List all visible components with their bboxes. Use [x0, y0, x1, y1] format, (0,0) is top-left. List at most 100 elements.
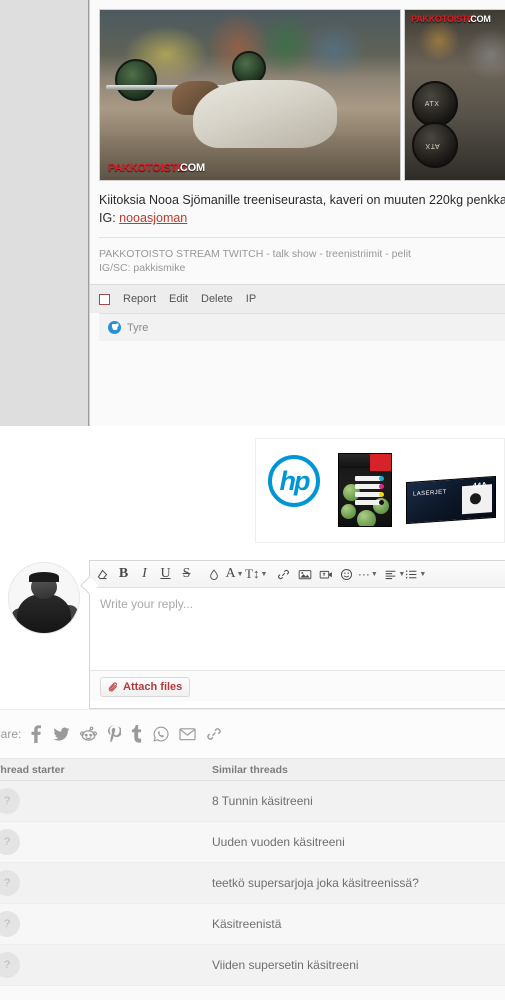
- column-header-similar-threads: Similar threads: [212, 763, 288, 776]
- barbell-plate-icon: ATX: [411, 122, 458, 169]
- thumbs-up-icon: [108, 321, 121, 334]
- insert-emoji-icon[interactable]: [336, 562, 357, 587]
- avatar-cap: [29, 572, 59, 582]
- table-row[interactable]: ? Viiden supersetin käsitreeni: [0, 945, 505, 986]
- ink-swatch-magenta: [355, 484, 381, 489]
- italic-icon[interactable]: I: [134, 562, 155, 587]
- ink-dot-magenta: [379, 484, 384, 489]
- similar-threads-table: Thread starter Similar threads ? 8 Tunni…: [0, 759, 505, 1000]
- thread-starter-cell: ?: [0, 870, 212, 896]
- avatar[interactable]: ?: [0, 870, 20, 896]
- thread-title[interactable]: Käsitreenistä: [212, 917, 505, 931]
- table-row[interactable]: ? 8 Tunnin käsitreeni: [0, 781, 505, 822]
- facebook-icon[interactable]: [29, 725, 43, 743]
- column-header-thread-starter: Thread starter: [0, 763, 65, 776]
- avatar[interactable]: ?: [0, 911, 20, 937]
- reply-editor: B I U S A ▼ T↕ ▼ ··· ▼ ▼ ▼ Write your re…: [89, 560, 505, 709]
- reddit-icon[interactable]: [80, 726, 98, 742]
- paperclip-icon: [108, 681, 117, 691]
- reply-input[interactable]: Write your reply...: [90, 588, 505, 670]
- remove-formatting-icon[interactable]: [92, 562, 113, 587]
- share-icon-list: [29, 725, 222, 743]
- barbell-plate-icon: ATX: [411, 81, 458, 128]
- attachment-image-2[interactable]: ATX ATX PAKKOTOISTO .COM: [404, 9, 505, 181]
- toner-cartridge-product-image: LASERJET 44A: [406, 475, 496, 525]
- thread-starter-cell: ?: [0, 829, 212, 855]
- table-row[interactable]: ? teetkö supersarjoja joka käsitreenissä…: [0, 863, 505, 904]
- thread-title[interactable]: Uuden vuoden käsitreeni: [212, 835, 505, 849]
- attach-bar: Attach files: [90, 670, 505, 701]
- post-attachments: PAKKOTOISTO .COM ATX ATX PAKKOTOISTO .CO…: [90, 0, 505, 181]
- underline-icon[interactable]: U: [155, 562, 176, 587]
- hp-ad-banner[interactable]: hp LASERJET 44A: [255, 438, 505, 543]
- post-signature: PAKKOTOISTO STREAM TWITCH - talk show - …: [99, 237, 505, 284]
- attach-files-label: Attach files: [123, 681, 183, 693]
- report-link[interactable]: Report: [123, 293, 156, 305]
- leaf-graphic: [341, 504, 356, 519]
- ink-dot-cyan: [379, 476, 384, 481]
- email-icon[interactable]: [179, 727, 197, 741]
- signature-line-2: IG/SC: pakkismike: [99, 262, 186, 274]
- delete-link[interactable]: Delete: [201, 293, 233, 305]
- thread-title[interactable]: teetkö supersarjoja joka käsitreenissä?: [212, 876, 505, 890]
- pinterest-icon[interactable]: [107, 725, 122, 743]
- avatar[interactable]: [8, 562, 80, 634]
- insert-image-icon[interactable]: [294, 562, 315, 587]
- watermark-text: PAKKOTOISTO: [411, 14, 474, 24]
- thread-title[interactable]: Viiden supersetin käsitreeni: [212, 958, 505, 972]
- signature-line-1: PAKKOTOISTO STREAM TWITCH - talk show - …: [99, 248, 411, 260]
- ink-dot-black: [379, 500, 384, 505]
- ink-box-promo-flash: [370, 454, 391, 471]
- advertisement-zone: hp LASERJET 44A: [0, 426, 505, 552]
- thread-title[interactable]: 8 Tunnin käsitreeni: [212, 794, 505, 808]
- link-icon[interactable]: [206, 726, 222, 742]
- share-bar: Share:: [0, 709, 505, 759]
- post-message-line-1: Kiitoksia Nooa Sjömanille treeniseurasta…: [99, 193, 505, 207]
- current-user-avatar-column: [0, 552, 89, 709]
- font-color-icon[interactable]: A ▼: [224, 562, 245, 587]
- avatar[interactable]: ?: [0, 829, 20, 855]
- attachment-image-1[interactable]: PAKKOTOISTO .COM: [99, 9, 401, 181]
- lifter-body: [193, 79, 337, 148]
- ink-swatch-yellow: [355, 492, 381, 497]
- table-row[interactable]: ? Käsitreenistä: [0, 904, 505, 945]
- post-message: Kiitoksia Nooa Sjömanille treeniseurasta…: [90, 181, 505, 237]
- post-action-bar: Report Edit Delete IP: [90, 284, 505, 313]
- twitter-icon[interactable]: [53, 727, 70, 742]
- edit-link[interactable]: Edit: [169, 293, 188, 305]
- table-row[interactable]: ? Uuden vuoden käsitreeni: [0, 822, 505, 863]
- attach-files-button[interactable]: Attach files: [100, 677, 191, 697]
- barbell-plate-icon: [115, 59, 157, 102]
- more-options-icon[interactable]: ··· ▼: [357, 562, 378, 587]
- leaf-graphic: [357, 510, 376, 526]
- bold-icon[interactable]: B: [113, 562, 134, 587]
- post-select-checkbox[interactable]: [99, 293, 110, 305]
- list-icon[interactable]: ▼: [405, 562, 426, 587]
- text-highlight-icon[interactable]: [203, 562, 224, 587]
- share-label: Share:: [0, 727, 22, 741]
- insert-link-icon[interactable]: [273, 562, 294, 587]
- instagram-link[interactable]: nooasjoman: [119, 211, 187, 225]
- avatar[interactable]: ?: [0, 952, 20, 978]
- text-align-icon[interactable]: ▼: [384, 562, 405, 587]
- ink-swatch-black: [355, 500, 381, 505]
- font-size-icon[interactable]: T↕ ▼: [245, 562, 267, 587]
- avatar[interactable]: ?: [0, 788, 20, 814]
- whatsapp-icon[interactable]: [153, 726, 169, 742]
- watermark-suffix: .COM: [177, 162, 205, 174]
- post-block: PAKKOTOISTO .COM ATX ATX PAKKOTOISTO .CO…: [0, 0, 505, 426]
- ip-link[interactable]: IP: [246, 293, 256, 305]
- forum-thread-page: PAKKOTOISTO .COM ATX ATX PAKKOTOISTO .CO…: [0, 0, 505, 1000]
- editor-toolbar: B I U S A ▼ T↕ ▼ ··· ▼ ▼ ▼: [90, 561, 505, 588]
- plate-brand-text: ATX: [424, 101, 440, 109]
- hp-logo-icon: hp: [268, 455, 320, 507]
- post-author-sidebar: [0, 0, 89, 426]
- liker-name[interactable]: Tyre: [127, 322, 148, 334]
- plate-brand-text: ATX: [424, 142, 440, 150]
- instagram-label: IG:: [99, 211, 120, 225]
- insert-video-icon[interactable]: [315, 562, 336, 587]
- tumblr-icon[interactable]: [131, 725, 143, 743]
- strikethrough-icon[interactable]: S: [176, 562, 197, 587]
- thread-starter-cell: ?: [0, 911, 212, 937]
- thread-starter-cell: ?: [0, 952, 212, 978]
